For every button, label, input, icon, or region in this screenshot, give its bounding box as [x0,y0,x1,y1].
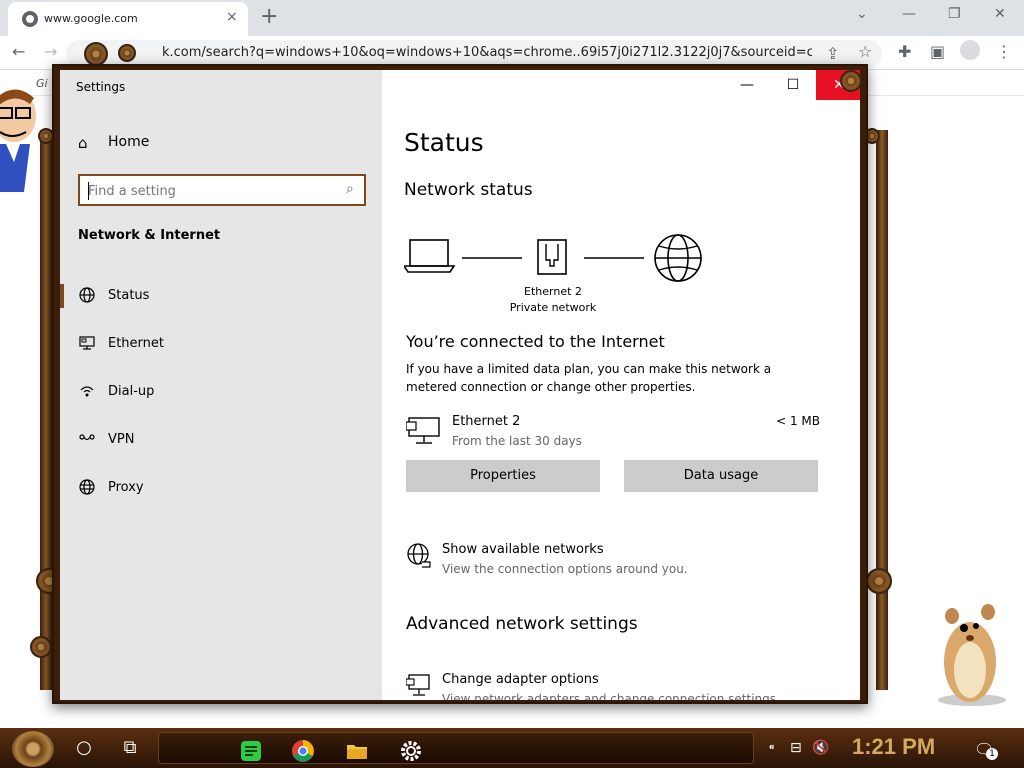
sidebar-item-vpn[interactable]: VPN [60,420,382,460]
properties-button[interactable]: Properties [406,460,600,492]
internet-globe-icon [654,234,702,282]
browser-tab-strip: www.google.com × + ⌄ — ❐ ✕ [0,0,1024,36]
settings-gear-icon[interactable] [399,739,423,763]
diagram-caption: Ethernet 2 Private network [490,284,616,316]
hamster-mascot-icon [938,604,1006,706]
gear-decoration-icon [840,70,862,92]
gear-decoration-icon [30,636,52,658]
forward-arrow-icon[interactable]: → [44,42,57,61]
bookmark-star-icon[interactable]: ☆ [858,42,872,61]
dialup-icon [80,386,94,397]
change-adapter-description: View network adapters and change connect… [442,692,780,700]
browser-restore-button[interactable]: ❐ [948,6,961,22]
connection-name: Ethernet 2 [452,414,521,429]
window-maximize-button[interactable]: ☐ [770,70,816,100]
tray-chevron-icon[interactable]: ⁌ [768,740,775,756]
home-icon: ⌂ [78,134,88,152]
find-setting-input[interactable] [88,182,328,200]
network-tray-icon[interactable]: ⊟ [790,740,802,756]
search-icon[interactable]: ⌕ [346,181,354,197]
back-arrow-icon[interactable]: ← [12,42,25,61]
sidebar-item-status[interactable]: Status [60,276,382,316]
gear-decoration-icon [118,44,136,62]
data-usage-button[interactable]: Data usage [624,460,818,492]
network-status-heading: Network status [404,180,533,200]
show-networks-title: Show available networks [442,542,604,557]
sidebar-item-proxy[interactable]: Proxy [60,468,382,508]
text-caret [88,182,89,200]
start-button[interactable] [12,731,54,767]
proxy-icon [79,479,95,495]
find-setting-search-box[interactable]: ⌕ [78,174,366,206]
tab-close-icon[interactable]: × [226,9,238,25]
address-bar-url[interactable]: k.com/search?q=windows+10&oq=windows+10&… [162,45,812,60]
taskbar-app-area [158,732,754,764]
gear-decoration-icon [866,568,892,594]
chrome-app-icon[interactable] [291,739,315,763]
share-icon[interactable]: ⇪ [826,44,839,63]
frame-rail-left [40,130,52,690]
diagram-caption-profile: Private network [509,301,597,314]
volume-muted-icon[interactable]: 🔇 [812,740,829,756]
change-adapter-title: Change adapter options [442,672,599,687]
ethernet-icon [79,336,95,350]
home-label: Home [108,134,150,150]
tab-title: www.google.com [44,12,138,25]
sidebar-item-label: VPN [108,432,135,447]
gear-decoration-icon [84,42,108,66]
new-tab-button[interactable]: + [260,4,278,29]
connection-status-description: If you have a limited data plan, you can… [406,362,772,394]
show-available-networks-link[interactable]: Show available networks View the connect… [406,540,826,582]
settings-window: Settings ⌂ Home ⌕ Network & Internet Sta… [52,64,868,704]
window-title: Settings [76,80,126,94]
sidebar-item-dial-up[interactable]: Dial-up [60,372,382,412]
connection-data-usage: < 1 MB [776,414,820,428]
browser-close-button[interactable]: ✕ [994,6,1006,22]
frame-rail-right [876,130,888,690]
sidebar-item-label: Dial-up [108,384,155,399]
connection-usage-row: Ethernet 2 From the last 30 days < 1 MB [406,412,826,456]
taskbar-clock[interactable]: 1:21 PM [852,734,935,760]
advanced-network-settings-heading: Advanced network settings [406,614,638,634]
page-title: Status [404,128,484,157]
browser-tab[interactable]: www.google.com × [8,2,248,36]
sidebar-item-label: Status [108,288,150,303]
change-adapter-options-link[interactable]: Change adapter options View network adap… [406,670,826,700]
sidebar-item-ethernet[interactable]: Ethernet [60,324,382,364]
globe-icon [79,287,95,303]
cartoon-character-icon [0,89,36,192]
settings-window-client: Settings ⌂ Home ⌕ Network & Internet Sta… [60,70,860,700]
browser-minimize-button[interactable]: — [902,6,916,22]
connection-status-heading: You’re connected to the Internet [406,332,665,351]
connection-period: From the last 30 days [452,434,582,448]
extensions-icon[interactable]: ✚ [898,42,911,61]
notification-count-badge: 1 [986,748,998,760]
sidebar-item-label: Ethernet [108,336,164,351]
ethernet-adapter-icon [406,417,440,444]
settings-sidebar: Settings ⌂ Home ⌕ Network & Internet Sta… [60,70,382,700]
window-minimize-button[interactable]: — [724,70,770,100]
globe-icon [22,11,38,27]
menu-kebab-icon[interactable]: ⋮ [996,42,1012,61]
side-panel-icon[interactable]: ▣ [930,42,945,61]
profile-avatar-icon[interactable] [960,40,980,60]
sidebar-item-label: Proxy [108,480,144,495]
laptop-icon [404,239,456,273]
section-title: Network & Internet [78,228,221,243]
vpn-icon [79,434,95,441]
show-networks-description: View the connection options around you. [442,562,688,576]
task-view-icon[interactable]: ⧉ [112,732,148,764]
search-circle-icon[interactable]: ○ [66,732,102,764]
tab-search-icon[interactable]: ⌄ [856,6,868,22]
diagram-caption-adapter: Ethernet 2 [524,285,582,298]
notes-app-icon[interactable] [239,739,263,763]
file-explorer-icon[interactable] [345,739,369,763]
settings-content-pane: — ☐ ✕ Status Network status Ethernet 2 P… [382,70,860,700]
ethernet-port-icon [537,239,567,275]
globe-network-icon [407,543,431,568]
adapter-monitor-icon [406,674,430,696]
